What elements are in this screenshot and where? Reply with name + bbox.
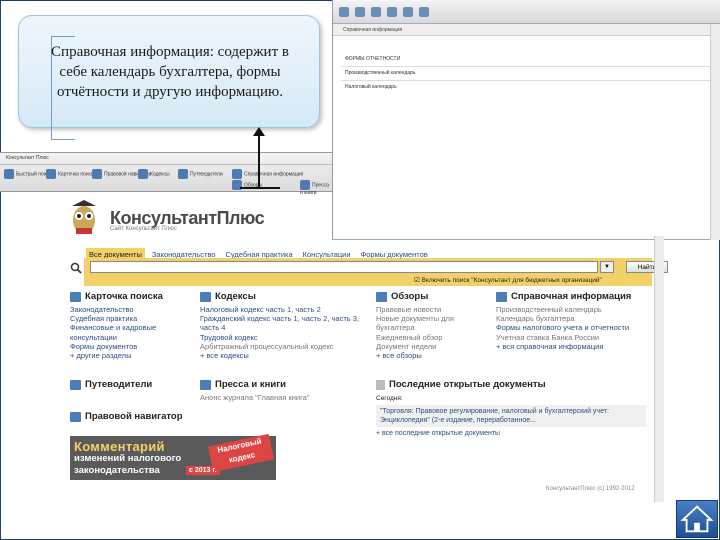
link-accountant-calendar[interactable]: Календарь бухгалтера (496, 314, 636, 323)
codes-section: Кодексы Налоговый кодекс часть 1, часть … (200, 292, 360, 360)
section-title[interactable]: Карточка поиска (85, 292, 163, 302)
recent-document-item[interactable]: "Торговля: Правовое регулирование, налог… (376, 405, 646, 428)
link-tax-code[interactable]: Налоговый кодекс часть 1, часть 2 (200, 305, 360, 314)
section-title[interactable]: Кодексы (215, 292, 256, 302)
search-card-button[interactable]: Карточка поиска (46, 169, 96, 179)
reviews-section: Обзоры Правовые новости Новые документы … (376, 292, 492, 360)
inset-row-left[interactable]: Налоговый календарь (345, 84, 397, 90)
section-title[interactable]: Пресса и книги (215, 380, 286, 390)
section-title[interactable]: Последние открытые документы (389, 380, 546, 390)
link-magazine-announce[interactable]: Анонс журнала "Главная книга" (200, 393, 370, 402)
inset-row-left[interactable]: ФОРМЫ ОТЧЕТНОСТИ (345, 56, 400, 62)
banner-line-2: изменений налогового (74, 453, 182, 464)
checkbox-label: Включить поиск "Консультант для бюджетны… (421, 277, 602, 284)
arrow-base (240, 187, 280, 189)
link-other-sections[interactable]: + другие разделы (70, 351, 190, 360)
link-finance-consultations[interactable]: Финансовые и кадровые консультации (70, 323, 190, 341)
reference-icon (496, 292, 507, 302)
main-scrollbar[interactable] (654, 236, 664, 502)
link-production-calendar[interactable]: Производственный календарь (496, 305, 636, 314)
print-icon[interactable] (371, 6, 381, 17)
link-bank-rate[interactable]: Учетная ставка Банка России (496, 333, 636, 342)
section-title[interactable]: Путеводители (85, 380, 152, 390)
navigator-icon (92, 169, 102, 179)
reference-section: Справочная информация Производственный к… (496, 292, 636, 351)
guides-button[interactable]: Путеводители (178, 169, 223, 179)
link-court-practice[interactable]: Судебная практика (70, 314, 190, 323)
search-card-icon (70, 292, 81, 302)
link-document-forms[interactable]: Формы документов (70, 342, 190, 351)
section-title[interactable]: Справочная информация (511, 292, 631, 302)
banner-line-1: Комментарий (74, 439, 165, 454)
link-labor-code[interactable]: Трудовой кодекс (200, 333, 360, 342)
save-icon[interactable] (387, 6, 397, 17)
forward-icon[interactable] (355, 6, 365, 17)
navigator-section: Правовой навигатор (70, 412, 183, 425)
search-input[interactable] (90, 261, 598, 273)
back-icon[interactable] (339, 6, 349, 17)
word-icon[interactable] (419, 6, 429, 17)
callout-box: Справочная информация: содержит в себе к… (18, 15, 320, 140)
link-all-reviews[interactable]: + все обзоры (376, 351, 492, 360)
inset-window-title: Консультант Плюс (0, 153, 332, 165)
page-footer: КонсультантПлюс (c) 1992-2012 (546, 486, 635, 492)
link-new-documents[interactable]: Новые документы для бухгалтера (376, 314, 492, 332)
banner-line-3: законодательства (74, 465, 160, 476)
scrollbar[interactable] (710, 24, 720, 240)
link-tax-forms[interactable]: Формы налогового учета и отчетности (496, 323, 636, 332)
recent-documents-section: Последние открытые документы Сегодня: "Т… (376, 380, 646, 438)
search-card-icon (46, 169, 56, 179)
inset-toolbar (333, 0, 720, 24)
tax-changes-banner[interactable]: Комментарий изменений налогового законод… (70, 433, 276, 480)
search-bar: ▼ Найти ☑ Включить поиск "Консультант дл… (84, 258, 668, 286)
inset-toolbar-left: Консультант Плюс Быстрый поиск Карточка … (0, 152, 332, 196)
inset-row-left[interactable]: Производственный календарь (345, 70, 416, 76)
logo-subtitle: Сайт Консультант Плюс (110, 226, 177, 232)
codes-icon (200, 292, 211, 302)
link-arbitration-code[interactable]: Арбитражный процессуальный кодекс (200, 342, 360, 351)
link-all-recent[interactable]: + все последние открытые документы (376, 429, 646, 438)
link-civil-code[interactable]: Гражданский кодекс часть 1, часть 2, час… (200, 314, 360, 332)
reference-button[interactable]: Справочная информация (232, 169, 303, 179)
reviews-icon (376, 292, 387, 302)
divider (341, 80, 712, 81)
callout-text: Справочная информация: содержит в себе к… (51, 44, 289, 100)
recent-document-link[interactable]: "Торговля: Правовое регулирование, налог… (380, 408, 609, 424)
quick-search-button[interactable]: Быстрый поиск (4, 169, 51, 179)
navigator-icon (70, 412, 81, 422)
press-icon (200, 380, 211, 390)
consultant-main-page: КонсультантПлюс Сайт Консультант Плюс Вс… (64, 192, 668, 502)
recent-documents-icon (376, 380, 385, 390)
link-all-reference[interactable]: + вся справочная информация (496, 342, 636, 351)
search-icon (70, 262, 82, 274)
guides-icon (178, 169, 188, 179)
arrow-line (258, 134, 260, 188)
today-label: Сегодня: (376, 395, 403, 402)
home-icon (680, 505, 714, 533)
search-history-dropdown[interactable]: ▼ (600, 261, 614, 273)
link-all-codes[interactable]: + все кодексы (200, 351, 360, 360)
home-button[interactable] (676, 500, 718, 538)
divider (341, 66, 712, 67)
section-title[interactable]: Правовой навигатор (85, 412, 183, 422)
quick-search-icon (4, 169, 14, 179)
find-icon[interactable] (403, 6, 413, 17)
link-legal-news[interactable]: Правовые новости (376, 305, 492, 314)
guides-icon (70, 380, 81, 390)
link-legislation[interactable]: Законодательство (70, 305, 190, 314)
codes-icon (138, 169, 148, 179)
owl-logo-icon (72, 200, 96, 234)
codes-button[interactable]: Кодексы (138, 169, 170, 179)
press-section: Пресса и книги Анонс журнала "Главная кн… (200, 380, 370, 402)
banner-year: с 2013 г. (186, 466, 220, 475)
reference-icon (232, 169, 242, 179)
inset-section-title: Справочная информация (333, 24, 720, 36)
guides-section: Путеводители (70, 380, 152, 393)
budget-search-checkbox[interactable]: ☑ Включить поиск "Консультант для бюджет… (414, 276, 602, 284)
section-title[interactable]: Обзоры (391, 292, 428, 302)
search-card-section: Карточка поиска Законодательство Судебна… (70, 292, 190, 360)
press-icon (300, 180, 310, 190)
link-daily-review[interactable]: Ежедневный обзор (376, 333, 492, 342)
link-document-of-week[interactable]: Документ недели (376, 342, 492, 351)
